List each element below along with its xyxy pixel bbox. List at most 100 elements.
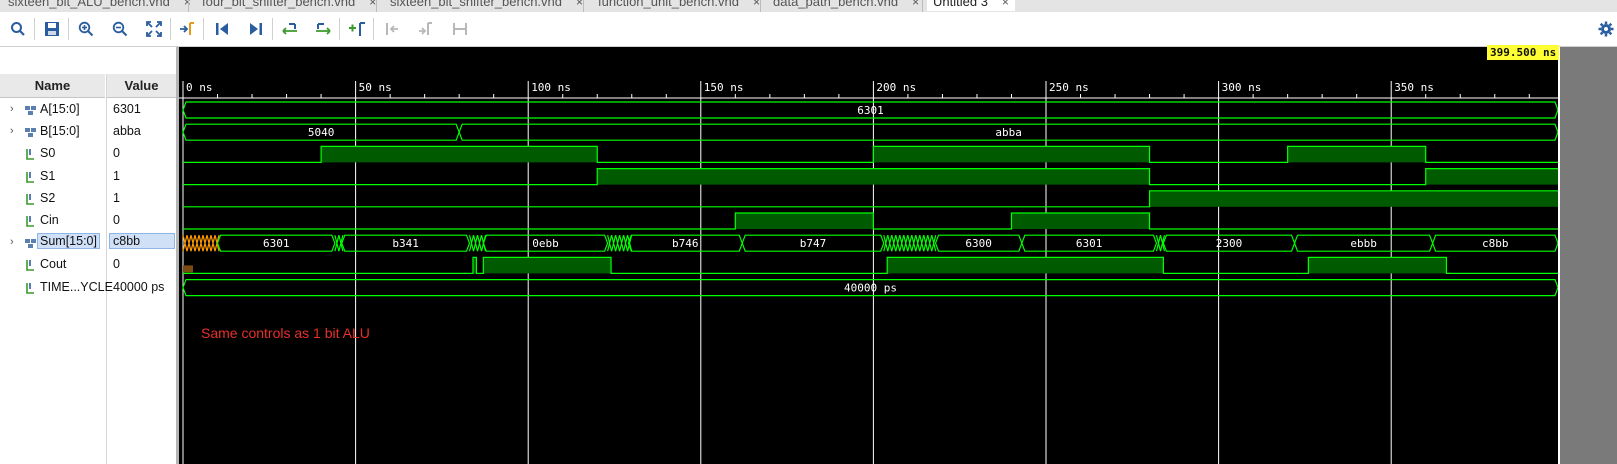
toolbar-separator [373,18,374,40]
go-to-cursor-icon[interactable] [178,20,196,38]
toolbar-separator [170,18,171,40]
signal-name: A[15:0] [40,102,80,116]
next-marker-icon[interactable] [416,20,434,38]
bus-signal-icon [24,236,38,250]
bus-value-label: ebbb [1350,237,1377,250]
bus-value-label: b746 [672,237,699,250]
waveform-canvas[interactable]: 0 ns 50 ns 100 ns 150 ns 200 ns 250 ns 300 ns 3… [179,47,1617,464]
swap-cursors-icon[interactable] [451,20,469,38]
bus-value-label: 40000 ps [844,282,897,295]
go-to-time-0-icon[interactable] [213,20,231,38]
high-level-fill [1308,257,1447,274]
name-column-header[interactable]: Name [0,74,105,98]
signal-name: TIME...YCLE [40,279,113,294]
high-level-fill [1287,146,1426,163]
cursor-time-marker[interactable]: 399.500 ns [1487,45,1560,60]
tick-label: 300 ns [1222,81,1262,94]
signal-name: S2 [40,190,56,205]
gear-icon[interactable] [1597,20,1615,38]
tab-label: sixteen_bit_ALU_bench.vhd [8,0,170,9]
signal-value: 0 [113,257,120,272]
signal-row[interactable]: › B[15:0] abba [0,121,176,143]
previous-marker-icon[interactable] [383,20,401,38]
bus-value-label: 6300 [965,237,992,250]
waveform-toolbar [0,12,1617,47]
add-marker-icon[interactable] [348,20,366,38]
signal-value: 0 [113,146,120,161]
high-level-fill [1149,190,1558,207]
zoom-out-icon[interactable] [111,20,129,38]
zoom-in-icon[interactable] [77,20,95,38]
signal-row[interactable]: S0 0 [0,143,176,165]
signal-icon [24,192,38,206]
bus-value-label: 6301 [263,237,290,250]
signal-value: c8bb [109,233,175,250]
high-level-fill [597,168,1150,185]
signal-icon [24,281,38,295]
signal-icon [24,214,38,228]
chevron-right-icon[interactable]: › [10,236,20,248]
high-level-fill [735,213,874,229]
tab-label: four_bit_shifter_bench.vhd [202,0,356,9]
waveform-background [179,47,1617,464]
signal-name: Sum[15:0] [37,233,100,250]
signal-row[interactable]: › Sum[15:0] c8bb [0,232,176,254]
search-icon[interactable] [9,20,27,38]
signal-value: abba [113,124,141,139]
zoom-fit-icon[interactable] [145,20,163,38]
high-level-fill [1011,213,1150,229]
signal-name: S1 [40,168,56,183]
tick-label: 200 ns [876,81,916,94]
chevron-right-icon[interactable]: › [10,125,20,137]
bus-value-label: b747 [800,237,827,250]
previous-transition-icon[interactable] [281,20,299,38]
close-icon[interactable]: × [912,0,919,9]
high-level-fill [873,146,1150,163]
signal-name: Cin [40,213,59,227]
go-to-last-time-icon[interactable] [247,20,265,38]
file-tab[interactable]: sixteen_bit_ALU_bench.vhd× [8,0,191,11]
signal-name: S0 [40,146,56,161]
signal-value: 6301 [113,102,141,116]
toolbar-separator [68,18,69,40]
signal-row[interactable]: Cout 0 [0,254,176,276]
signal-row[interactable]: Cin 0 [0,210,176,232]
close-icon[interactable]: × [753,0,760,9]
high-level-fill [1425,168,1558,185]
toolbar-separator [34,18,35,40]
file-tab[interactable]: data_path_bench.vhd × [773,0,919,11]
bus-value-label: b341 [392,237,419,250]
signal-name: Cout [40,257,67,272]
high-level-fill [321,146,598,163]
tab-label: function_unit_bench.vhd [598,0,739,9]
file-tab[interactable]: function_unit_bench.vhd × [598,0,760,11]
close-icon[interactable]: × [576,0,583,9]
signal-list-panel: Name Value › A[15:0] 6301 › B[15:0] abba S0 0 S1… [0,47,176,464]
toolbar-separator [272,18,273,40]
signal-value: 1 [113,190,120,205]
tick-label: 0 ns [186,81,213,94]
signal-row[interactable]: S1 1 [0,166,176,188]
signal-row[interactable]: › A[15:0] 6301 [0,99,176,121]
cout-initial-undefined [183,265,193,273]
signal-row[interactable]: TIME...YCLE 40000 ps [0,277,176,299]
waveform-margin [1560,47,1617,464]
signal-value: 0 [113,213,120,227]
tab-label: Untitled 3 [933,0,988,9]
bus-value-label: c8bb [1482,237,1509,250]
value-column-header[interactable]: Value [107,74,176,98]
chevron-right-icon[interactable]: › [10,103,20,115]
signal-value: 40000 ps [113,279,165,294]
tab-separator [188,0,189,12]
toolbar-separator [339,18,340,40]
signal-icon [24,258,38,272]
close-icon[interactable]: × [1002,0,1009,9]
next-transition-icon[interactable] [314,20,332,38]
signal-row[interactable]: S2 1 [0,188,176,210]
save-icon[interactable] [43,20,61,38]
tab-untitled-3[interactable]: Untitled 3 × [927,0,1015,11]
bus-value-label: 6301 [857,104,884,117]
tick-label: 100 ns [531,81,571,94]
file-tab[interactable]: four_bit_shifter_bench.vhd × [202,0,376,11]
file-tab[interactable]: sixteen_bit_shifter_bench.vhd × [390,0,583,11]
